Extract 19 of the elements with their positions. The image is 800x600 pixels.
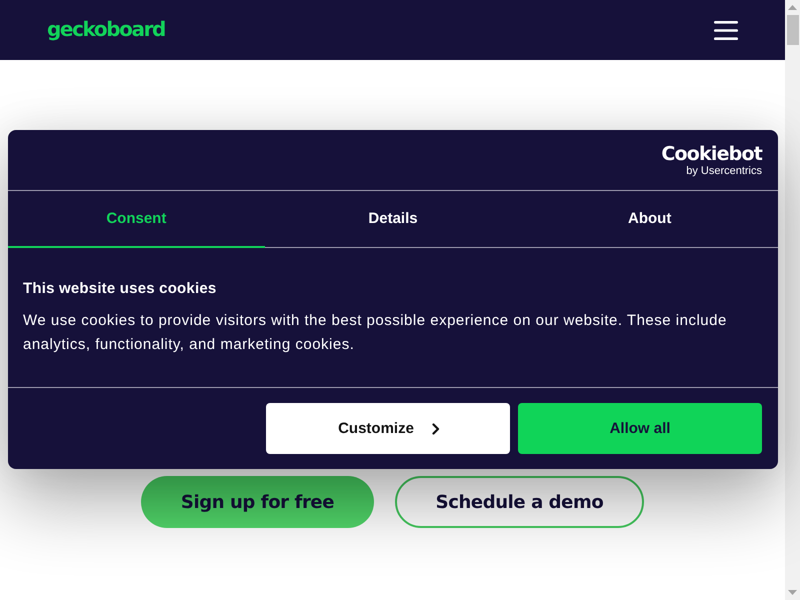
scroll-up-icon[interactable] — [788, 5, 797, 10]
tab[interactable]: Consent — [8, 191, 265, 248]
dialog-text: We use cookies to provide visitors with the best possible experience on our website. These include analytics, functionality, and marketing cookies. — [23, 311, 728, 355]
tab[interactable]: Details — [264, 191, 522, 248]
brand-name: Cookiebot — [661, 144, 762, 164]
primary-button[interactable]: Allow all — [518, 403, 762, 454]
chevron-right-icon — [432, 422, 440, 434]
tab[interactable]: About — [521, 191, 778, 248]
outline-button[interactable]: Schedule a demo — [395, 476, 644, 528]
brand-byline: by Usercentrics — [686, 164, 762, 176]
secondary-button[interactable]: Customize — [266, 403, 510, 454]
scrollbar-thumb[interactable] — [786, 15, 798, 45]
dialog-title: This website uses cookies — [23, 279, 218, 299]
scroll-down-icon[interactable] — [788, 590, 797, 595]
menu-button[interactable] — [714, 20, 738, 40]
scrollbar[interactable] — [785, 0, 800, 600]
primary-button[interactable]: Sign up for free — [141, 476, 374, 528]
menu-icon — [714, 20, 738, 40]
site-logo[interactable]: geckoboard — [47, 17, 165, 41]
